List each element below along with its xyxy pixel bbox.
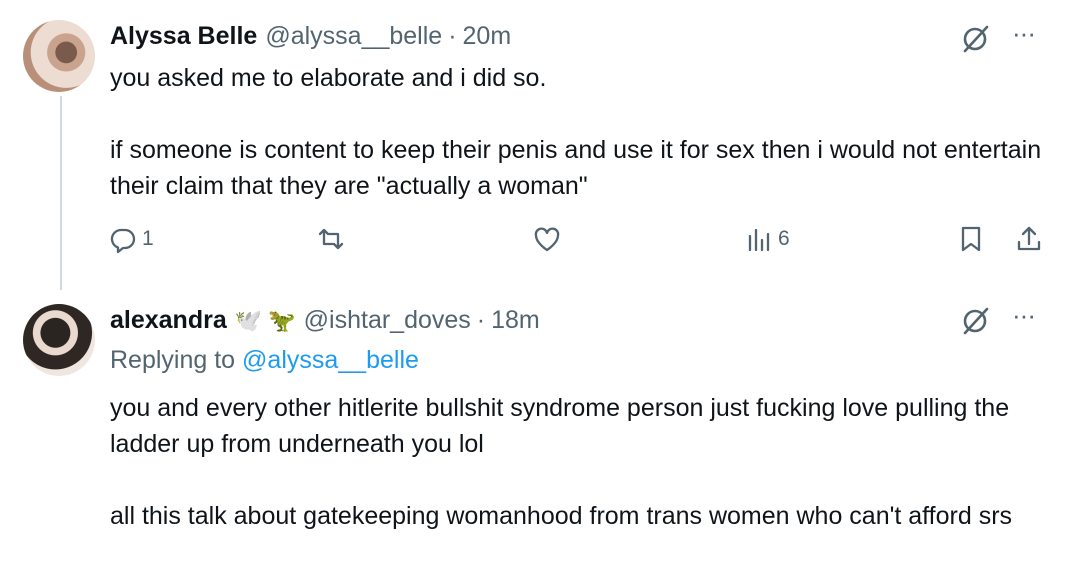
share-icon [1017, 226, 1041, 251]
tweet-text: you asked me to elaborate and i did so. … [110, 60, 1060, 204]
tweet-paragraph: you and every other hitlerite bullshit s… [110, 394, 1010, 458]
separator-dot: · [476, 306, 486, 334]
like-button[interactable] [532, 224, 562, 254]
share-button[interactable] [1014, 224, 1044, 254]
bookmark-button[interactable] [956, 224, 986, 254]
views-count: 6 [778, 227, 790, 250]
views-button[interactable]: 6 [744, 224, 790, 254]
tweet-paragraph: if someone is content to keep their peni… [110, 136, 1042, 200]
tweet-paragraph: all this talk about gatekeeping womanhoo… [110, 502, 1013, 530]
more-icon[interactable]: ··· [1012, 300, 1036, 331]
reply-button[interactable]: 1 [108, 224, 154, 254]
name-emojis: 🕊️ 🦖 [234, 307, 296, 333]
action-bar: 1 6 [108, 224, 1048, 264]
retweet-icon [318, 228, 344, 250]
views-icon [748, 228, 770, 252]
bookmark-icon [961, 226, 981, 252]
author-name[interactable]: alexandra [110, 306, 227, 335]
tweet-paragraph: you asked me to elaborate and i did so. [110, 64, 547, 92]
reply-icon [110, 228, 136, 254]
tweet-header: Alyssa Belle @alyssa__belle · 20m [110, 22, 511, 51]
like-icon [534, 227, 560, 252]
tweet-text: you and every other hitlerite bullshit s… [110, 390, 1060, 534]
tweet-header: alexandra 🕊️ 🦖 @ishtar_doves · 18m [110, 306, 540, 335]
grok-icon[interactable] [960, 306, 990, 336]
author-handle[interactable]: @ishtar_doves [304, 306, 471, 335]
more-icon[interactable]: ··· [1012, 18, 1036, 49]
tweet-alyssa-belle[interactable]: Alyssa Belle @alyssa__belle · 20m ··· yo… [0, 0, 1080, 290]
tweet-alexandra[interactable]: alexandra 🕊️ 🦖 @ishtar_doves · 18m ··· R… [0, 290, 1080, 580]
grok-icon[interactable] [960, 24, 990, 54]
retweet-button[interactable] [316, 224, 346, 254]
replying-to-label: Replying to [110, 346, 236, 374]
replying-to-mention[interactable]: @alyssa__belle [242, 346, 419, 374]
reply-count: 1 [142, 227, 154, 250]
avatar[interactable] [23, 304, 95, 376]
replying-to: Replying to @alyssa__belle [110, 346, 419, 375]
separator-dot: · [448, 22, 457, 50]
avatar[interactable] [23, 20, 95, 92]
author-handle[interactable]: @alyssa__belle [265, 22, 442, 51]
timestamp[interactable]: 18m [491, 306, 540, 335]
author-name[interactable]: Alyssa Belle [110, 22, 257, 51]
timestamp[interactable]: 20m [463, 22, 512, 51]
